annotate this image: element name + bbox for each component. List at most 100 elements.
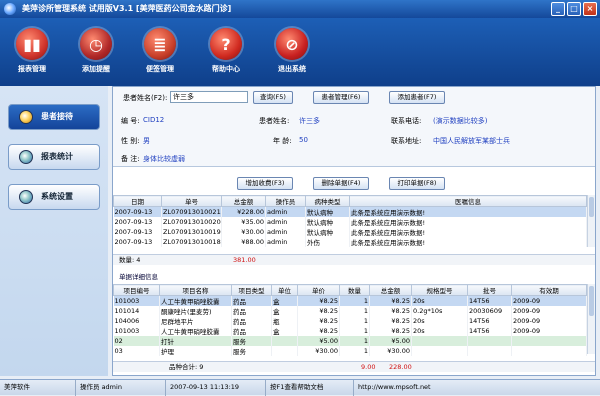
record-row[interactable]: 2007-09-13 ZL070913010018 ¥88.00 admin 外伤 此条是… (113, 237, 587, 247)
nav-patient-reception[interactable]: 患者接待 (8, 104, 100, 130)
detail-cell: 药品 (231, 306, 272, 316)
record-cell: 此条是系统应用演示数据! (349, 237, 587, 247)
detail-cell (271, 336, 298, 346)
maximize-button[interactable]: □ (567, 2, 581, 16)
detail-table: 项目编号 项目名称 项目类型 单位 单价 数量 总金额 规格型号 批号 有效期 101003 人工牛… (113, 284, 587, 356)
patient-phone-value: (演示数据比较多) (433, 117, 488, 125)
column-header[interactable]: 单价 (297, 284, 340, 296)
detail-cell: 酮康唑片(里麦劳) (159, 306, 232, 316)
column-header[interactable]: 医嘱信息 (349, 195, 587, 207)
notepad-icon: ≣ (144, 28, 176, 60)
record-cell: 此条是系统应用演示数据! (349, 206, 587, 217)
records-count: 数量: 4 (119, 256, 141, 264)
main-panel: 患者姓名(F2): 查询(F5) 患者管理(F6) 添加患者(F7) 编 号: … (112, 86, 596, 376)
detail-cell: 101003 (113, 295, 160, 306)
column-header[interactable]: 项目类型 (231, 284, 272, 296)
column-header[interactable]: 单号 (161, 195, 222, 207)
status-datetime: 2007-09-13 11:13:19 (166, 380, 266, 396)
column-header[interactable]: 总金额 (369, 284, 412, 296)
nav-report-statistics[interactable]: 报表统计 (8, 144, 100, 170)
record-row[interactable]: 2007-09-13 ZL070913010020 ¥35.00 admin 默认病种此… (113, 217, 587, 227)
record-row[interactable]: 2007-09-13 ZL070913010019 ¥30.00 admin 默认病种此… (113, 227, 587, 237)
patient-name-search-input[interactable] (170, 91, 248, 103)
record-cell: 2007-09-13 (113, 206, 162, 217)
record-row[interactable]: 2007-09-13 ZL070913010021 ¥228.00 admin 默认病种… (113, 206, 587, 217)
detail-scrollbar[interactable] (587, 284, 595, 354)
detail-cell (511, 336, 587, 346)
status-help: 按F1查看帮助文档 (266, 380, 354, 396)
column-header[interactable]: 操作员 (265, 195, 306, 207)
detail-cell: 1 (339, 346, 370, 356)
detail-row[interactable]: 101003 人工牛黄甲硝唑胶囊 药品盒 ¥8.25 1 ¥8.25 20s 14T56 200… (113, 295, 587, 306)
column-header[interactable]: 病种类型 (305, 195, 350, 207)
column-header[interactable]: 日期 (113, 195, 162, 207)
detail-cell: 2009-09 (511, 316, 587, 326)
record-cell: admin (265, 217, 306, 227)
column-header[interactable]: 项目名称 (159, 284, 232, 296)
detail-cell: 1 (339, 316, 370, 326)
detail-cell: 20s (411, 326, 468, 336)
patient-sex-value: 男 (143, 137, 150, 145)
column-header[interactable]: 项目编号 (113, 284, 160, 296)
column-header[interactable]: 规格型号 (411, 284, 468, 296)
detail-cell: ¥8.25 (369, 295, 412, 306)
column-header[interactable]: 批号 (467, 284, 512, 296)
add-patient-button[interactable]: 添加患者(F7) (389, 91, 445, 104)
name-label: 患者姓名: (259, 117, 290, 125)
detail-row[interactable]: 03 护理 服务 ¥30.00 1 ¥30.00 (113, 346, 587, 356)
query-button[interactable]: 查询(F5) (253, 91, 293, 104)
record-cell: ¥30.00 (221, 227, 266, 237)
minimize-button[interactable]: _ (551, 2, 565, 16)
toolbar-button-3[interactable]: ? 帮助中心 (200, 28, 252, 74)
records-summary: 数量: 4 381.00 (113, 254, 595, 265)
toolbar-button-1[interactable]: ◷ 添加提醒 (70, 28, 122, 74)
app-icon (4, 3, 16, 15)
nav-label: 系统设置 (41, 192, 73, 201)
detail-row[interactable]: 02 打针 服务 ¥5.00 1 ¥5.00 (113, 336, 587, 346)
record-cell: 2007-09-13 (113, 227, 162, 237)
delete-record-button[interactable]: 删除单据(F4) (313, 177, 369, 190)
bullet-icon (19, 190, 33, 204)
close-button[interactable]: × (583, 2, 597, 16)
detail-row[interactable]: 104006 尼群地平片 药品瓶 ¥8.25 1 ¥8.25 20s 14T56 2009-09 (113, 316, 587, 326)
detail-cell: 1 (339, 295, 370, 306)
nav-system-settings[interactable]: 系统设置 (8, 184, 100, 210)
column-header[interactable]: 数量 (339, 284, 370, 296)
age-label: 年 龄: (273, 137, 292, 145)
column-header[interactable]: 单位 (271, 284, 298, 296)
phone-label: 联系电话: (391, 117, 422, 125)
note-label: 备 注: (121, 155, 140, 163)
column-header[interactable]: 总金额 (221, 195, 266, 207)
record-cell: 外伤 (305, 237, 350, 247)
status-bar: 美萍软件 操作员 admin 2007-09-13 11:13:19 按F1查看… (0, 379, 600, 396)
nav-label: 患者接待 (41, 112, 73, 121)
detail-row[interactable]: 101003 人工牛黄甲硝唑胶囊 药品盒 ¥8.25 1 ¥8.25 20s 14T56 200… (113, 326, 587, 336)
detail-cell (411, 336, 468, 346)
detail-cell: 0.2g*10s (411, 306, 468, 316)
record-cell: ZL070913010018 (161, 237, 222, 247)
detail-cell: 14T56 (467, 326, 512, 336)
detail-cell: ¥30.00 (369, 346, 412, 356)
records-scrollbar[interactable] (587, 195, 595, 247)
patient-info-form: 患者姓名(F2): 查询(F5) 患者管理(F6) 添加患者(F7) 编 号: … (113, 87, 595, 167)
toolbar-label: 帮助中心 (212, 65, 240, 73)
toolbar-button-4[interactable]: ⊘ 退出系统 (266, 28, 318, 74)
detail-cell: 打针 (159, 336, 232, 346)
title-bar: 美萍诊所管理系统 试用版V3.1 [美萍医药公司金水路门诊] _ □ × (0, 0, 600, 18)
id-label: 编 号: (121, 117, 140, 125)
record-cell: admin (265, 237, 306, 247)
detail-cell: 人工牛黄甲硝唑胶囊 (159, 295, 232, 306)
toolbar-button-0[interactable]: ▮▮ 报表管理 (6, 28, 58, 74)
record-cell: 此条是系统应用演示数据! (349, 217, 587, 227)
detail-cell (271, 346, 298, 356)
detail-cell: ¥8.25 (369, 326, 412, 336)
add-charge-button[interactable]: 增加收费(F3) (237, 177, 293, 190)
record-cell: 默认病种 (305, 227, 350, 237)
toolbar-button-2[interactable]: ≣ 便签管理 (134, 28, 186, 74)
detail-cell (411, 346, 468, 356)
detail-cell: 14T56 (467, 295, 512, 306)
print-record-button[interactable]: 打印单据(F8) (389, 177, 445, 190)
patient-manage-button[interactable]: 患者管理(F6) (313, 91, 369, 104)
column-header[interactable]: 有效期 (511, 284, 587, 296)
detail-row[interactable]: 101014 酮康唑片(里麦劳) 药品盒 ¥8.25 1 ¥8.25 0.2g*10s 200… (113, 306, 587, 316)
